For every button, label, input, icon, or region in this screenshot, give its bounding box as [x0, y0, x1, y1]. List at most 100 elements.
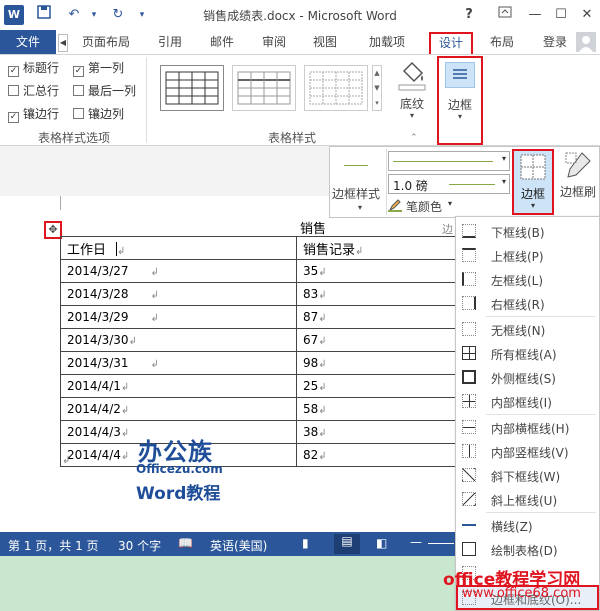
menu-item-no-border[interactable]: 无框线(N) [456, 317, 599, 341]
line-style-dropdown-icon: ▾ [501, 154, 506, 163]
menu-item-inside-borders[interactable]: 内部框线(I) [456, 389, 599, 413]
table-cell[interactable]: 2014/3/30↲ [60, 328, 297, 352]
table-header-cell[interactable]: 工作日 ↲ [60, 236, 297, 260]
borders-split-button[interactable]: 边框 ▾ [512, 149, 554, 215]
menu-item-right-border[interactable]: 右框线(R) [456, 291, 599, 315]
table-cell[interactable]: 82↲ [296, 443, 467, 467]
menu-item-draw-table[interactable]: 绘制表格(D) [456, 537, 599, 561]
all-borders-icon [462, 346, 476, 360]
web-layout-icon[interactable]: ◧ [376, 536, 387, 550]
menu-item-top-border[interactable]: 上框线(P) [456, 243, 599, 267]
menu-item-diagonal-down[interactable]: 斜下框线(W) [456, 463, 599, 487]
table-header-cell[interactable]: 销售记录↲ [296, 236, 467, 260]
cell-value: 38 [303, 425, 319, 439]
title-bar: W ↶ ▾ ↻ ▾ 销售成绩表.docx - Microsoft Word ? … [0, 0, 600, 30]
tab-design[interactable]: 设计 [429, 32, 473, 54]
borders-dropdown-icon: ▾ [457, 112, 462, 121]
header-sales-record: 销售记录 [303, 242, 356, 258]
tab-scroll-left-icon[interactable]: ◀ [58, 34, 68, 52]
margin-corner-mark [60, 196, 61, 210]
menu-item-diagonal-up[interactable]: 斜上框线(U) [456, 487, 599, 511]
tab-addins[interactable]: 加载项 [362, 32, 412, 54]
minimize-button[interactable]: — [524, 4, 546, 26]
menu-item-outside-borders[interactable]: 外侧框线(S) [456, 365, 599, 389]
tab-mailings[interactable]: 邮件 [204, 32, 240, 54]
border-styles-button[interactable]: 边框样式 [332, 185, 380, 202]
last-column-checkbox[interactable]: 最后一列 [73, 84, 136, 100]
table-cell[interactable]: 2014/4/1↲ [60, 374, 297, 398]
page-indicator[interactable]: 第 1 页，共 1 页 [8, 537, 99, 554]
table-cell[interactable]: 2014/4/2↲ [60, 397, 297, 421]
read-mode-icon[interactable]: ▮ [302, 536, 309, 550]
menu-item-label: 外侧框线(S) [491, 372, 556, 386]
watermark-site-url: www.office68.com [462, 586, 581, 601]
menu-item-inside-vertical[interactable]: 内部竖框线(V) [456, 439, 599, 463]
tab-review[interactable]: 审阅 [256, 32, 292, 54]
proofing-icon[interactable]: 📖 [178, 536, 193, 550]
table-styles-group-label: 表格样式 [268, 131, 317, 145]
tab-references[interactable]: 引用 [152, 32, 188, 54]
gallery-scroll-icon[interactable]: ▲ ▼ ▾ [372, 65, 382, 111]
table-style-banded[interactable] [232, 65, 296, 111]
banded-columns-checkbox[interactable]: 镶边列 [73, 107, 124, 123]
table-cell[interactable]: 38↲ [296, 420, 467, 444]
banded-rows-checkbox[interactable]: ✓ 镶边行 [8, 107, 59, 123]
tab-page-layout[interactable]: 页面布局 [76, 32, 136, 54]
table-cell[interactable]: 2014/3/29 ↲ [60, 305, 297, 329]
help-button[interactable]: ? [458, 4, 480, 26]
table-style-plain-grid[interactable] [160, 65, 224, 111]
table-cell[interactable]: 2014/3/28 ↲ [60, 282, 297, 306]
first-column-checkbox[interactable]: ✓ 第一列 [73, 61, 124, 77]
menu-item-bottom-border[interactable]: 下框线(B) [456, 219, 599, 243]
table-style-light[interactable] [304, 65, 368, 111]
table-cell[interactable]: 25↲ [296, 374, 467, 398]
table-row: 2014/4/1↲ 25↲ [60, 374, 467, 398]
pen-color-label: 笔颜色 [406, 200, 443, 214]
language-indicator[interactable]: 英语(美国) [210, 537, 267, 554]
borders-label: 边框 [447, 98, 472, 112]
table-cell[interactable]: 2014/3/31 ↲ [60, 351, 297, 375]
table-cell[interactable]: 2014/3/27 ↲ [60, 259, 297, 283]
border-painter-button[interactable]: 边框刷 [556, 149, 600, 215]
menu-item-left-border[interactable]: 左框线(L) [456, 267, 599, 291]
collapse-ribbon-icon[interactable]: ⌃ [410, 133, 418, 143]
table-cell[interactable]: 83↲ [296, 282, 467, 306]
table-row: 2014/4/3↲ 38↲ [60, 420, 467, 444]
line-style-select[interactable]: ▾ [388, 151, 510, 171]
menu-item-all-borders[interactable]: 所有框线(A) [456, 341, 599, 365]
borders-split-label: 边框 [520, 187, 545, 201]
shading-button[interactable]: 底纹 ▾ [392, 59, 432, 125]
print-layout-icon[interactable]: ▤ [334, 534, 360, 554]
menu-item-label: 绘制表格(D) [491, 544, 558, 558]
menu-item-horizontal-line[interactable]: 横线(Z) [456, 513, 599, 537]
zoom-out-icon[interactable]: — [410, 535, 422, 549]
zoom-slider[interactable] [428, 543, 454, 544]
borders-button[interactable]: 边框 ▾ [437, 56, 483, 145]
total-row-checkbox[interactable]: 汇总行 [8, 84, 59, 100]
tab-layout[interactable]: 布局 [484, 32, 520, 54]
panel-divider [386, 149, 387, 215]
border-styles-dropdown-icon[interactable]: ▾ [358, 203, 362, 212]
banded-rows-label: 镶边行 [23, 107, 60, 121]
avatar[interactable] [576, 32, 596, 52]
restore-button[interactable]: ☐ [550, 4, 572, 26]
table-cell[interactable]: 87↲ [296, 305, 467, 329]
table-cell[interactable]: 67↲ [296, 328, 467, 352]
diagonal-up-border-icon [462, 492, 476, 506]
header-row-checkbox[interactable]: ✓ 标题行 [8, 61, 59, 77]
cell-value: 82 [303, 448, 319, 462]
signin-link[interactable]: 登录 [538, 32, 572, 54]
table-cell[interactable]: 58↲ [296, 397, 467, 421]
table-cell[interactable]: 98↲ [296, 351, 467, 375]
line-weight-select[interactable]: 1.0 磅 ▾ [388, 174, 510, 194]
shading-label: 底纹 [399, 97, 424, 111]
tab-file[interactable]: 文件 [0, 30, 56, 54]
menu-item-label: 上框线(P) [491, 250, 544, 264]
word-count[interactable]: 30 个字 [118, 537, 161, 554]
table-cell[interactable]: 35↲ [296, 259, 467, 283]
menu-item-inside-horizontal[interactable]: 内部横框线(H) [456, 415, 599, 439]
tab-view[interactable]: 视图 [307, 32, 343, 54]
table-row: 2014/3/28 ↲ 83↲ [60, 282, 467, 306]
ribbon-display-icon[interactable] [494, 4, 516, 26]
close-button[interactable]: ✕ [576, 4, 598, 26]
